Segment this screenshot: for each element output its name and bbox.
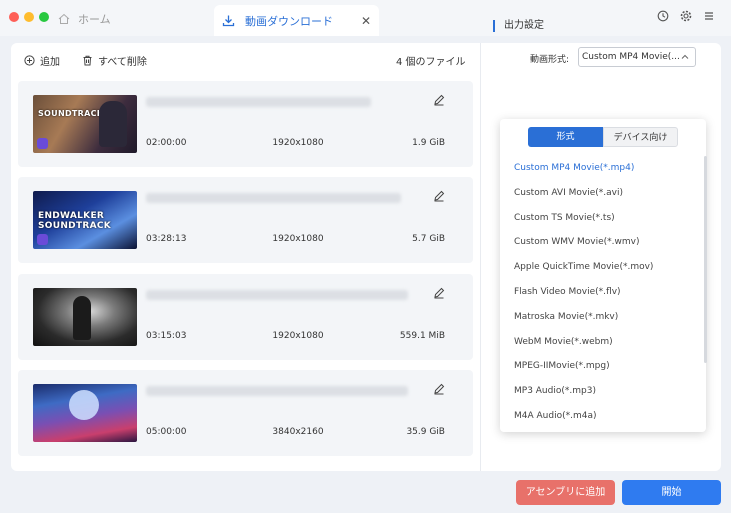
trash-icon [83,55,92,66]
video-resolution: 3840x2160 [272,427,324,437]
close-tab-icon[interactable]: ✕ [361,14,371,28]
file-toolbar: 追加 すべて削除 [24,53,147,68]
maximize-window-button[interactable] [39,12,49,22]
window-controls [9,12,49,22]
list-item[interactable]: SOUNDTRACK 02:00:00 1920x1080 1.9 GiB [18,81,473,167]
delete-all-label: すべて削除 [98,57,147,68]
video-resolution: 1920x1080 [272,234,324,244]
list-item[interactable]: ENDWALKER SOUNDTRACK 03:28:13 1920x1080 … [18,177,473,263]
list-item[interactable]: 05:00:00 3840x2160 35.9 GiB [18,370,473,456]
format-option[interactable]: Custom MP4 Movie(*.mp4) [500,156,706,181]
delete-all-button[interactable]: すべて削除 [82,53,147,68]
video-size: 559.1 MiB [399,331,445,341]
music-badge-icon [37,234,48,245]
thumbnail-figure [73,296,91,340]
tab-video-download[interactable]: 動画ダウンロード ✕ [214,5,379,36]
history-icon[interactable] [657,10,669,22]
download-icon [222,15,235,27]
tab-home[interactable]: ホーム [58,10,111,28]
format-option-list: Custom MP4 Movie(*.mp4) Custom AVI Movie(… [500,156,706,429]
chevron-up-icon [681,54,689,59]
video-format-label: 動画形式: [530,55,570,65]
plus-circle-icon [24,55,35,66]
add-button[interactable]: 追加 [24,53,60,68]
video-size: 5.7 GiB [412,234,445,244]
edit-icon[interactable] [433,287,445,299]
thumbnail-moon [69,390,99,420]
output-settings-title: 出力設定 [493,20,544,32]
tab-home-label: ホーム [78,13,111,26]
video-format-select[interactable]: Custom MP4 Movie(... [578,47,696,67]
video-resolution: 1920x1080 [272,138,324,148]
format-option[interactable]: Custom WMV Movie(*.wmv) [500,230,706,255]
add-label: 追加 [40,57,60,68]
video-duration: 03:15:03 [146,331,187,341]
video-duration: 05:00:00 [146,427,187,437]
video-thumbnail: SOUNDTRACK [33,95,137,153]
thumbnail-text: ENDWALKER SOUNDTRACK [38,211,112,231]
download-list: SOUNDTRACK 02:00:00 1920x1080 1.9 GiB EN… [18,81,473,465]
thumbnail-text: SOUNDTRACK [38,109,104,118]
list-item[interactable]: 03:15:03 1920x1080 559.1 MiB [18,274,473,360]
format-option[interactable]: WebM Movie(*.webm) [500,330,706,355]
edit-icon[interactable] [433,190,445,202]
thumbnail-figure [99,101,127,147]
format-option[interactable]: Apple QuickTime Movie(*.mov) [500,255,706,280]
menu-icon[interactable] [703,10,715,22]
home-icon [58,13,70,24]
dropdown-scrollbar[interactable] [704,156,707,363]
tab-device[interactable]: デバイス向け [603,127,678,147]
video-duration: 02:00:00 [146,138,187,148]
title-bar: ホーム 動画ダウンロード ✕ [0,0,731,36]
video-thumbnail [33,384,137,442]
video-duration: 03:28:13 [146,234,187,244]
format-option[interactable]: Custom TS Movie(*.ts) [500,206,706,231]
video-title-blurred [146,290,408,300]
video-thumbnail: ENDWALKER SOUNDTRACK [33,191,137,249]
window-tools [657,10,715,22]
format-tabs: 形式 デバイス向け [528,127,678,147]
start-button[interactable]: 開始 [622,480,721,505]
video-thumbnail [33,288,137,346]
format-option[interactable]: MPEG-IIMovie(*.mpg) [500,354,706,379]
video-title-blurred [146,193,401,203]
tab-video-download-label: 動画ダウンロード [245,14,333,28]
tab-format[interactable]: 形式 [528,127,603,147]
video-title-blurred [146,386,408,396]
video-format-value: Custom MP4 Movie(... [582,52,680,62]
video-size: 1.9 GiB [412,138,445,148]
file-count: 4 個のファイル [396,57,466,68]
close-window-button[interactable] [9,12,19,22]
minimize-window-button[interactable] [24,12,34,22]
format-option[interactable]: M4A Audio(*.m4a) [500,404,706,429]
edit-icon[interactable] [433,383,445,395]
video-title-blurred [146,97,371,107]
video-resolution: 1920x1080 [272,331,324,341]
format-option[interactable]: Matroska Movie(*.mkv) [500,305,706,330]
gear-icon[interactable] [680,10,692,22]
format-option[interactable]: MP3 Audio(*.mp3) [500,379,706,404]
panel-divider [480,43,481,471]
music-badge-icon [37,138,48,149]
video-size: 35.9 GiB [406,427,445,437]
format-dropdown: 形式 デバイス向け Custom MP4 Movie(*.mp4) Custom … [500,119,706,432]
format-option[interactable]: Custom AVI Movie(*.avi) [500,181,706,206]
add-to-assembly-button[interactable]: アセンブリに追加 [516,480,615,505]
edit-icon[interactable] [433,94,445,106]
format-option[interactable]: Flash Video Movie(*.flv) [500,280,706,305]
